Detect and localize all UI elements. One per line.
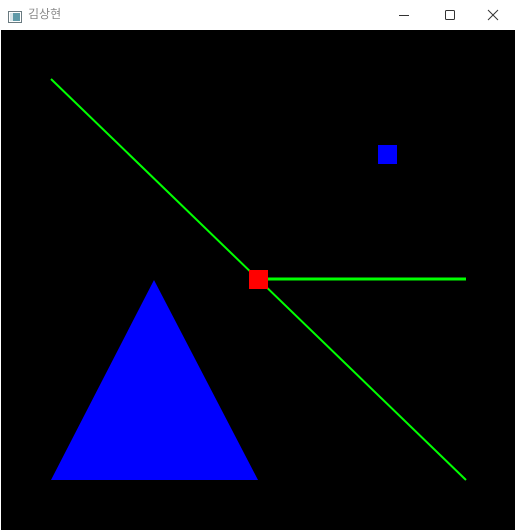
close-button[interactable] [470,0,516,30]
minimize-button[interactable] [381,0,427,30]
close-icon [487,9,499,21]
app-window: 김상현 [0,0,516,532]
minimize-icon [399,15,409,16]
canvas-scene [50,78,467,481]
maximize-button[interactable] [427,0,473,30]
window-title: 김상현 [28,7,62,21]
app-window-icon [8,8,22,23]
drawing-canvas[interactable] [1,30,515,530]
red-square [249,270,268,289]
maximize-icon [445,10,455,20]
blue-triangle [51,280,258,480]
title-bar[interactable]: 김상현 [0,0,516,30]
blue-square [378,145,397,164]
